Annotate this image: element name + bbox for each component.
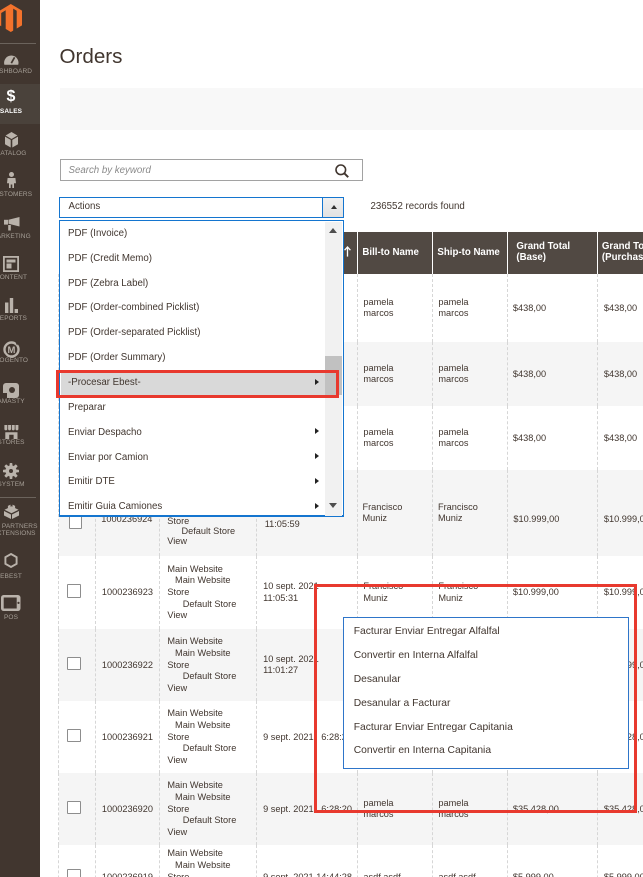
svg-text:M: M	[7, 345, 15, 356]
